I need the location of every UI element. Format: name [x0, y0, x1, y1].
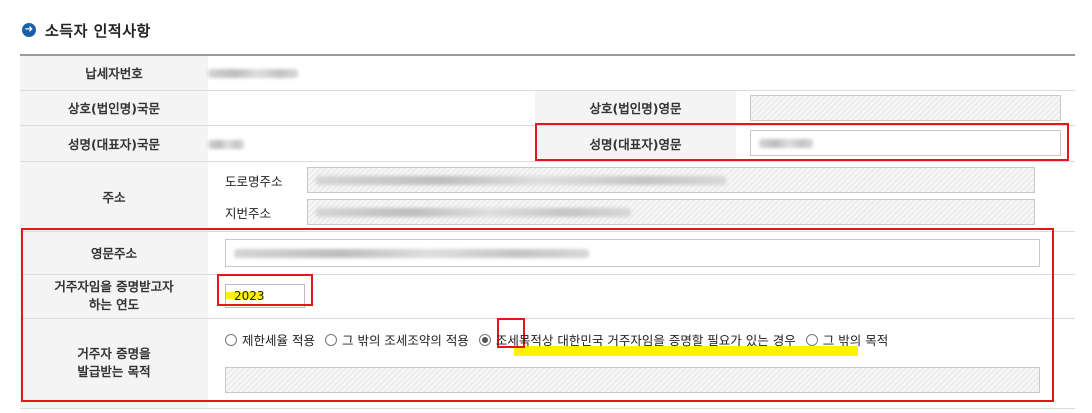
- business-name-en-input[interactable]: [750, 94, 1061, 121]
- purpose-label-line1: 거주자 증명을: [77, 346, 151, 361]
- radio-button[interactable]: [225, 333, 237, 346]
- section-title: 소득자 인적사항: [45, 21, 151, 40]
- lot-address-input[interactable]: [307, 199, 1035, 225]
- address-en-label: 영문주소: [20, 231, 208, 275]
- purpose-option-other-treaty[interactable]: 그 밖의 조세조약의 적용: [324, 330, 469, 349]
- redacted-address-en: [234, 248, 589, 258]
- row-address: 주소 도로명주소 지번주소: [20, 161, 1075, 232]
- business-name-kr-label: 상호(법인명)국문: [20, 90, 208, 126]
- radio-button-selected[interactable]: [478, 333, 491, 346]
- rep-name-kr-value: [208, 125, 535, 162]
- redacted-lot-address: [316, 208, 631, 217]
- rep-name-en-input[interactable]: [750, 130, 1061, 156]
- section-header: ➜ 소득자 인적사항: [22, 20, 151, 40]
- taxpayer-number-value: [208, 55, 1075, 91]
- road-address-input[interactable]: [307, 167, 1035, 193]
- redacted-taxpayer-number: [208, 69, 298, 79]
- redacted-rep-name-kr: [208, 139, 244, 149]
- purpose-other-input[interactable]: [225, 366, 1040, 393]
- row-business-name: 상호(법인명)국문 상호(법인명)영문: [20, 90, 1075, 126]
- purpose-label-line2: 발급받는 목적: [77, 364, 151, 379]
- row-address-en: 영문주소: [20, 231, 1075, 275]
- address-label: 주소: [20, 161, 208, 232]
- redacted-rep-name-en: [759, 139, 813, 148]
- cert-year-input[interactable]: 2023: [225, 284, 305, 308]
- purpose-option-limited-rate[interactable]: 제한세율 적용: [225, 330, 315, 349]
- arrow-right-circle-icon: ➜: [22, 23, 36, 37]
- row-cert-year: 거주자임을 증명받고자 하는 연도 2023: [20, 274, 1075, 319]
- cert-year-label-line1: 거주자임을 증명받고자: [54, 279, 174, 294]
- road-address-label: 도로명주소: [225, 173, 283, 189]
- purpose-radio-group: 제한세율 적용 그 밖의 조세조약의 적용 조세목적상 대한민국 거주자임을 증…: [225, 327, 1075, 353]
- taxpayer-number-label: 납세자번호: [20, 55, 208, 91]
- purpose-option-other[interactable]: 그 밖의 목적: [805, 330, 888, 349]
- business-name-kr-value: [208, 90, 535, 126]
- purpose-option-tax-residency[interactable]: 조세목적상 대한민국 거주자임을 증명할 필요가 있는 경우: [478, 330, 796, 349]
- radio-button[interactable]: [805, 333, 818, 346]
- row-representative-name: 성명(대표자)국문 성명(대표자)영문: [20, 125, 1075, 162]
- recipient-info-table: 납세자번호 상호(법인명)국문 상호(법인명)영문 성명(대표자)국문 성명(대…: [20, 54, 1075, 409]
- business-name-en-label: 상호(법인명)영문: [535, 90, 736, 126]
- rep-name-en-label: 성명(대표자)영문: [535, 125, 736, 162]
- cert-year-label-line2: 하는 연도: [88, 297, 140, 312]
- redacted-road-address: [316, 176, 726, 185]
- address-en-input[interactable]: [225, 238, 1040, 267]
- radio-button[interactable]: [324, 333, 337, 346]
- rep-name-kr-label: 성명(대표자)국문: [20, 125, 208, 162]
- lot-address-label: 지번주소: [225, 205, 272, 221]
- row-purpose: 거주자 증명을 발급받는 목적 제한세율 적용 그 밖의 조세조약의 적용 조세…: [20, 318, 1075, 409]
- cert-year-value: 2023: [234, 289, 265, 303]
- row-taxpayer-number: 납세자번호: [20, 55, 1075, 91]
